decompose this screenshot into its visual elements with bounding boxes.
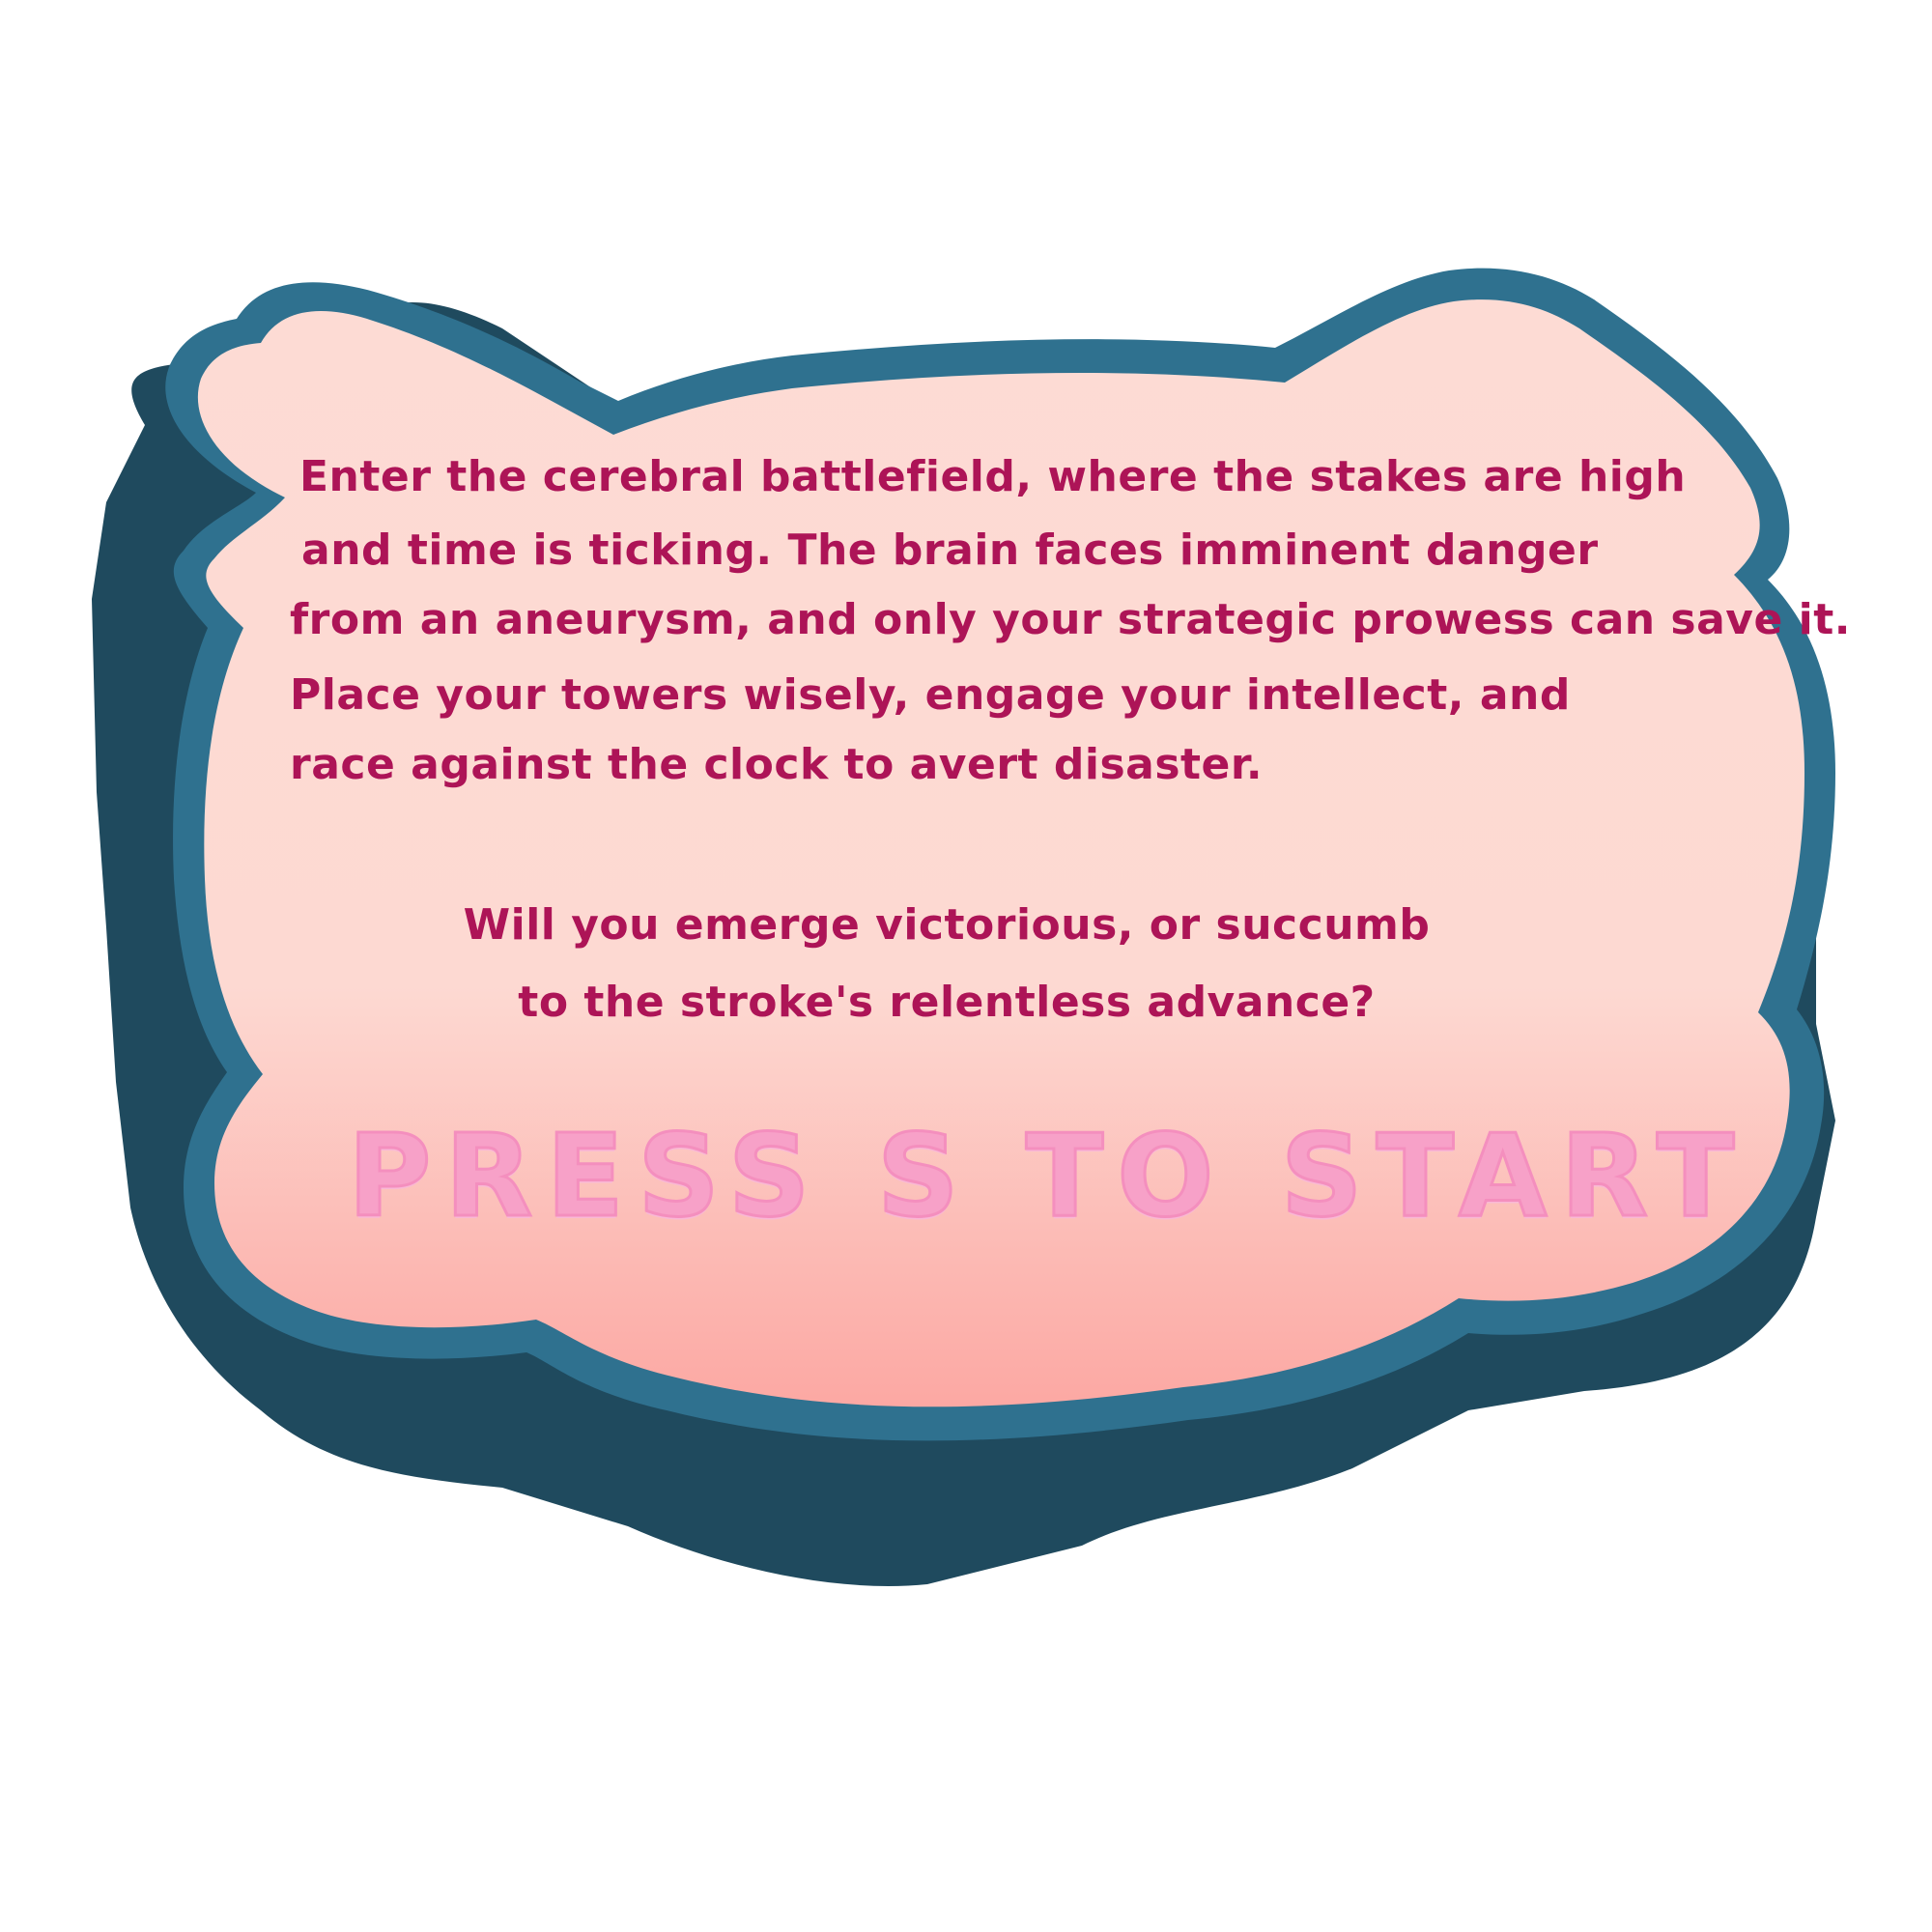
intro-screen: Enter the cerebral battlefield, where th… <box>0 0 1932 1932</box>
story-text: Enter the cerebral battlefield, where th… <box>290 452 1851 813</box>
question-line: to the stroke's relentless advance? <box>518 978 1376 1027</box>
press-start-prompt[interactable]: PRESS S TO START <box>347 1108 1736 1244</box>
question-line: Will you emerge victorious, or succumb <box>463 900 1431 950</box>
story-line: Enter the cerebral battlefield, where th… <box>299 452 1687 501</box>
story-line: and time is ticking. The brain faces imm… <box>301 526 1599 575</box>
story-line: Place your towers wisely, engage your in… <box>290 670 1571 720</box>
question-text: Will you emerge victorious, or succumb t… <box>290 904 1604 1059</box>
story-line: from an aneurysm, and only your strategi… <box>290 595 1851 644</box>
story-line: race against the clock to avert disaster… <box>290 740 1264 789</box>
